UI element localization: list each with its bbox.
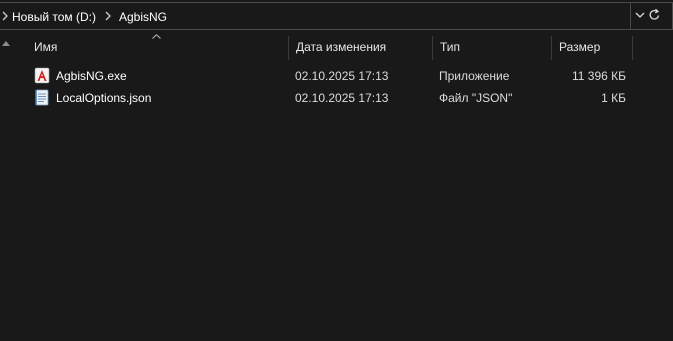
file-date: 02.10.2025 17:13 (295, 91, 389, 105)
address-bar[interactable]: Новый том (D:) AgbisNG (0, 2, 631, 30)
breadcrumb-item-folder[interactable]: AgbisNG (119, 9, 167, 25)
scroll-up-icon[interactable] (2, 40, 10, 46)
chevron-down-icon[interactable] (634, 9, 646, 21)
json-file-icon (35, 89, 49, 106)
file-size: 1 КБ (601, 91, 626, 105)
column-header-type[interactable]: Тип (440, 36, 545, 60)
column-divider[interactable] (432, 36, 433, 60)
chevron-right-icon[interactable] (1, 10, 9, 22)
file-type: Файл "JSON" (439, 91, 513, 105)
file-type: Приложение (439, 69, 510, 83)
file-row[interactable]: LocalOptions.json 02.10.2025 17:13 Файл … (22, 87, 634, 109)
file-row[interactable]: AgbisNG.exe 02.10.2025 17:13 Приложение … (22, 65, 634, 87)
column-divider[interactable] (288, 36, 289, 60)
column-header-size[interactable]: Размер (559, 36, 629, 60)
column-divider[interactable] (632, 36, 633, 60)
column-header-name[interactable]: Имя (34, 36, 284, 60)
column-header-date[interactable]: Дата изменения (296, 36, 426, 60)
column-divider[interactable] (551, 36, 552, 60)
breadcrumb-item-drive[interactable]: Новый том (D:) (12, 9, 96, 25)
refresh-icon[interactable] (648, 8, 661, 22)
file-name[interactable]: LocalOptions.json (56, 90, 151, 106)
file-explorer-window: Новый том (D:) AgbisNG Имя Дата изменени… (0, 0, 673, 341)
application-icon (34, 67, 50, 84)
file-size: 11 396 КБ (571, 69, 626, 83)
file-name[interactable]: AgbisNG.exe (56, 68, 127, 84)
file-date: 02.10.2025 17:13 (295, 69, 389, 83)
chevron-right-icon[interactable] (104, 10, 112, 22)
